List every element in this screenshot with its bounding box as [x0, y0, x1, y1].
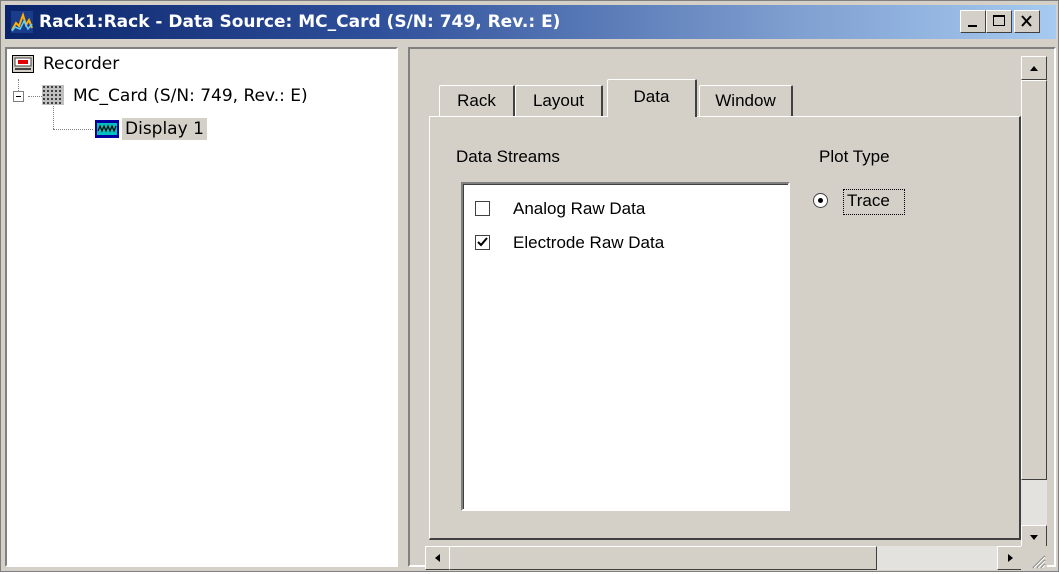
tree-line: [18, 79, 19, 91]
radio-dot: [818, 198, 823, 203]
close-button[interactable]: [1014, 10, 1040, 33]
tab-layout[interactable]: Layout: [515, 85, 603, 117]
tree-node-recorder[interactable]: Recorder: [43, 53, 119, 75]
window-title: Rack1:Rack - Data Source: MC_Card (S/N: …: [39, 12, 561, 32]
down-arrow-icon: [1030, 535, 1038, 540]
left-arrow-icon: [435, 554, 440, 562]
resize-grip-icon: [1032, 555, 1046, 569]
tree-line: [53, 129, 93, 130]
title-bar[interactable]: Rack1:Rack - Data Source: MC_Card (S/N: …: [5, 5, 1056, 39]
checkbox-electrode-raw-data[interactable]: [475, 235, 490, 250]
rack-window: Rack1:Rack - Data Source: MC_Card (S/N: …: [0, 0, 1059, 572]
display-icon: [95, 120, 119, 142]
tree-line: [28, 96, 42, 97]
horizontal-scrollbar[interactable]: [425, 546, 1023, 570]
up-arrow-icon: [1030, 66, 1038, 71]
data-streams-list[interactable]: [461, 182, 790, 511]
scroll-up-button[interactable]: [1021, 56, 1047, 80]
vertical-scrollbar[interactable]: [1021, 56, 1047, 549]
scroll-right-button[interactable]: [997, 546, 1023, 570]
tab-rack[interactable]: Rack: [439, 85, 515, 117]
tab-data[interactable]: Data: [607, 79, 697, 117]
tree-node-display-1[interactable]: Display 1: [122, 118, 207, 140]
checkmark-icon: [477, 237, 488, 247]
tab-window[interactable]: Window: [699, 85, 793, 117]
data-streams-label: Data Streams: [456, 147, 560, 166]
recorder-icon: [12, 55, 34, 77]
vertical-scroll-thumb[interactable]: [1021, 80, 1047, 480]
collapse-toggle[interactable]: [13, 91, 24, 102]
tree-line: [53, 106, 54, 129]
tree-view[interactable]: Recorder MC_Card (S/N: 749, Rev.: E) Dis…: [5, 47, 398, 567]
analog-raw-data-label[interactable]: Analog Raw Data: [513, 199, 645, 219]
card-grid-icon: [42, 85, 64, 109]
plot-type-label: Plot Type: [819, 147, 890, 166]
radio-trace[interactable]: [813, 193, 828, 208]
horizontal-scroll-thumb[interactable]: [449, 546, 877, 570]
trace-label[interactable]: Trace: [847, 191, 890, 211]
scroll-left-button[interactable]: [425, 546, 451, 570]
minimize-button[interactable]: [960, 10, 986, 33]
maximize-button[interactable]: [986, 10, 1012, 33]
right-arrow-icon: [1008, 554, 1013, 562]
size-grip[interactable]: [1021, 546, 1047, 570]
close-icon: [1021, 15, 1032, 27]
maximize-icon: [993, 15, 1005, 26]
minimize-icon: [968, 25, 977, 27]
checkbox-analog-raw-data[interactable]: [475, 201, 490, 216]
tree-node-mc-card[interactable]: MC_Card (S/N: 749, Rev.: E): [73, 85, 308, 107]
rack-icon[interactable]: [11, 11, 33, 33]
electrode-raw-data-label[interactable]: Electrode Raw Data: [513, 233, 664, 253]
